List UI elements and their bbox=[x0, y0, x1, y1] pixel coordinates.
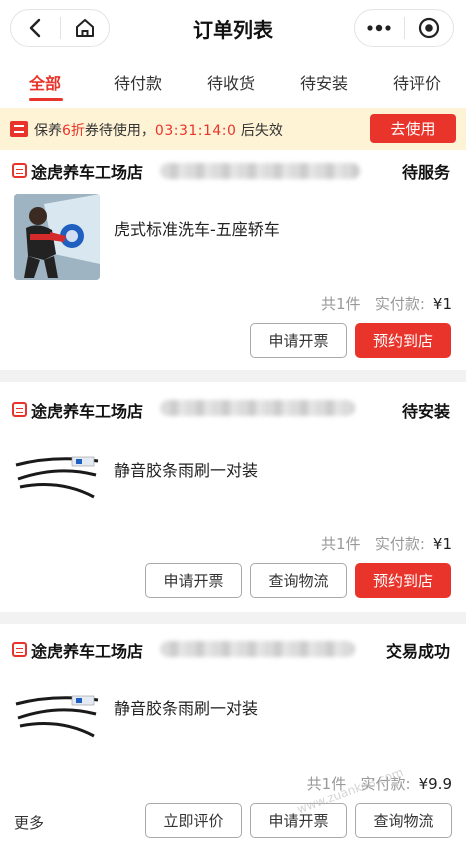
apply-invoice-button[interactable]: 申请开票 bbox=[145, 563, 242, 598]
paid-label: 实付款: bbox=[374, 295, 425, 313]
book-store-visit-button[interactable]: 预约到店 bbox=[355, 563, 451, 598]
use-coupon-button[interactable]: 去使用 bbox=[370, 114, 456, 143]
blurred-address bbox=[160, 400, 355, 416]
tab-all[interactable]: 全部 bbox=[29, 70, 61, 94]
order-status: 待安装 bbox=[401, 402, 450, 421]
target-circle-icon bbox=[418, 17, 439, 39]
order-summary: 共1件 实付款: ¥1 bbox=[321, 533, 452, 554]
order-card[interactable]: 途虎养车工场店 待安装 静音胶条雨刷一对装 共1件 实付款: ¥1 申请开票 查询… bbox=[0, 382, 466, 612]
more-dots-icon bbox=[367, 24, 391, 32]
coupon-text-suffix: 后失效 bbox=[236, 123, 283, 139]
book-store-visit-button[interactable]: 预约到店 bbox=[355, 323, 451, 358]
shop-icon bbox=[12, 402, 27, 417]
track-logistics-button[interactable]: 查询物流 bbox=[250, 563, 347, 598]
wiper-blade-illustration bbox=[15, 456, 99, 499]
menu-capsule bbox=[354, 9, 454, 47]
order-card[interactable]: 途虎养车工场店 待服务 虎式标准洗车-五座轿车 共1件 实付款: ¥1 申请开票 … bbox=[0, 150, 466, 370]
car-wash-product-image[interactable] bbox=[14, 194, 100, 280]
coupon-text-middle: 券待使用， bbox=[84, 123, 155, 139]
product-name[interactable]: 静音胶条雨刷一对装 bbox=[114, 695, 258, 719]
top-bar: 订单列表 bbox=[0, 0, 466, 56]
wiper-product-image[interactable] bbox=[14, 674, 100, 760]
wiper-blade-illustration bbox=[15, 695, 99, 738]
order-summary: 共1件 实付款: ¥1 bbox=[321, 293, 452, 314]
tab-pending-install[interactable]: 待安装 bbox=[300, 70, 348, 94]
coupon-discount: 6折 bbox=[62, 123, 85, 139]
order-tabs: 全部 待付款 待收货 待安装 待评价 bbox=[0, 56, 466, 108]
paid-amount: ¥1 bbox=[432, 295, 452, 313]
car-wash-worker-illustration bbox=[14, 194, 100, 280]
apply-invoice-button[interactable]: 申请开票 bbox=[250, 323, 347, 358]
coupon-countdown: 03:31:14:0 bbox=[154, 123, 237, 139]
order-status: 待服务 bbox=[401, 163, 450, 182]
tab-pending-payment[interactable]: 待付款 bbox=[114, 70, 162, 94]
product-name[interactable]: 静音胶条雨刷一对装 bbox=[114, 457, 258, 481]
wiper-product-image[interactable] bbox=[14, 435, 100, 521]
close-miniprogram-button[interactable] bbox=[404, 10, 453, 46]
shop-icon bbox=[12, 163, 27, 178]
coupon-icon bbox=[10, 121, 28, 137]
order-status: 交易成功 bbox=[385, 642, 450, 661]
more-button[interactable] bbox=[355, 10, 404, 46]
shop-name[interactable]: 途虎养车工场店 bbox=[31, 159, 143, 183]
paid-amount: ¥1 bbox=[432, 535, 452, 553]
tab-pending-review[interactable]: 待评价 bbox=[393, 70, 441, 94]
product-name[interactable]: 虎式标准洗车-五座轿车 bbox=[114, 216, 280, 240]
coupon-banner: 保养6折券待使用，03:31:14:0 后失效 去使用 bbox=[0, 108, 466, 150]
more-actions-link[interactable]: 更多 bbox=[14, 812, 44, 833]
shop-name[interactable]: 途虎养车工场店 bbox=[31, 638, 143, 662]
item-count: 共1件 bbox=[320, 535, 361, 553]
item-count: 共1件 bbox=[320, 295, 361, 313]
tab-pending-receipt[interactable]: 待收货 bbox=[207, 70, 255, 94]
paid-label: 实付款: bbox=[374, 535, 425, 553]
blurred-address bbox=[160, 163, 360, 179]
blurred-address bbox=[160, 641, 355, 657]
write-review-button[interactable]: 立即评价 bbox=[145, 803, 242, 838]
shop-icon bbox=[12, 642, 27, 657]
active-tab-indicator bbox=[29, 98, 63, 101]
coupon-message: 保养6折券待使用，03:31:14:0 后失效 bbox=[34, 120, 283, 140]
shop-name[interactable]: 途虎养车工场店 bbox=[31, 398, 143, 422]
coupon-text-prefix: 保养 bbox=[34, 123, 62, 139]
